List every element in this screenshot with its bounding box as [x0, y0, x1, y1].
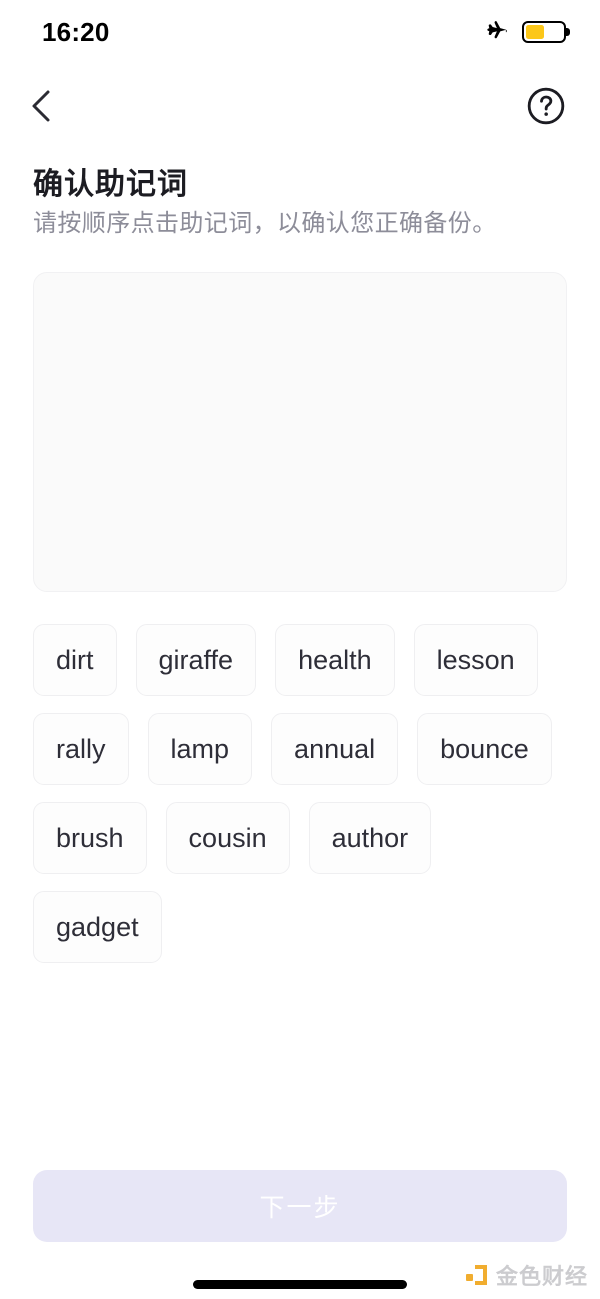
- jinse-logo-icon: [465, 1265, 487, 1285]
- watermark: 金色财经: [465, 1259, 588, 1291]
- word-chip[interactable]: lamp: [147, 713, 253, 785]
- word-chip[interactable]: health: [275, 624, 395, 696]
- word-chip[interactable]: dirt: [33, 624, 117, 696]
- status-bar: 16:20: [0, 0, 600, 64]
- word-chip[interactable]: brush: [33, 802, 147, 874]
- word-chip[interactable]: bounce: [417, 713, 552, 785]
- word-chip[interactable]: giraffe: [135, 624, 257, 696]
- word-chip[interactable]: rally: [33, 713, 129, 785]
- battery-icon: [522, 21, 566, 43]
- page-title: 确认助记词: [33, 168, 188, 201]
- airplane-mode-icon: [487, 21, 507, 39]
- watermark-text: 金色财经: [495, 1264, 588, 1289]
- nav-bar: [0, 76, 600, 136]
- word-chip[interactable]: lesson: [413, 624, 538, 696]
- selected-words-area[interactable]: [33, 272, 567, 592]
- chevron-left-icon: [32, 90, 50, 122]
- battery-fill: [526, 25, 544, 39]
- status-indicators: [483, 19, 566, 45]
- question-mark-circle-icon: [527, 87, 565, 125]
- word-chip[interactable]: gadget: [33, 891, 162, 963]
- home-indicator[interactable]: [193, 1280, 407, 1289]
- word-pool: dirt giraffe health lesson rally lamp annual bo…: [33, 624, 567, 963]
- help-button[interactable]: [524, 84, 568, 128]
- word-chip[interactable]: cousin: [165, 802, 290, 874]
- back-button[interactable]: [18, 83, 64, 129]
- page-subtitle: 请按顺序点击助记词，以确认您正确备份。: [33, 210, 497, 237]
- word-chip[interactable]: annual: [271, 713, 399, 785]
- word-chip[interactable]: author: [308, 802, 432, 874]
- next-button[interactable]: 下一步: [33, 1170, 567, 1242]
- status-time: 16:20: [42, 16, 110, 47]
